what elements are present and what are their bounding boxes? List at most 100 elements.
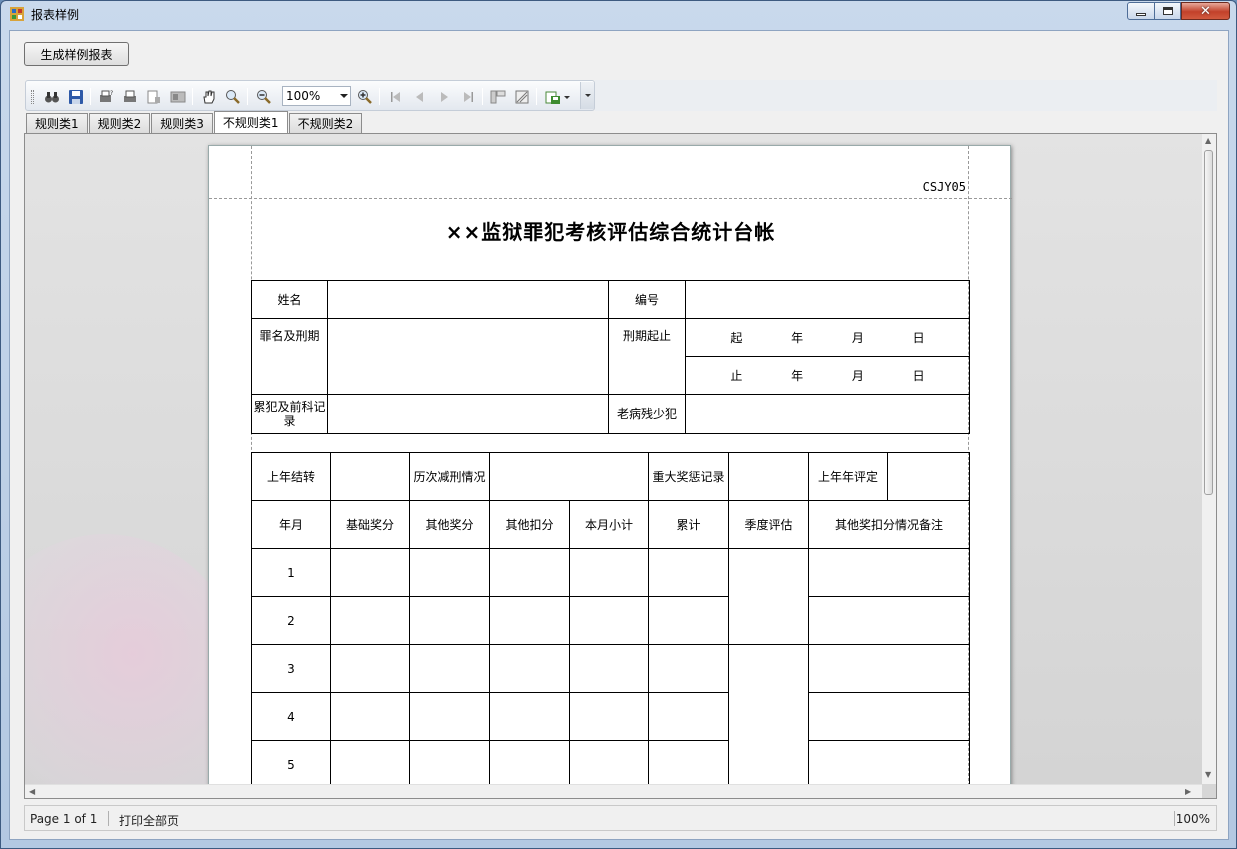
first-page-icon[interactable] <box>387 88 405 106</box>
quarter-eval-cell[interactable] <box>728 548 809 645</box>
award-label: 重大奖惩记录 <box>648 452 729 501</box>
report-tabs: 规则类1 规则类2 规则类3 不规则类1 不规则类2 <box>26 111 363 133</box>
document-map-icon[interactable] <box>489 88 507 106</box>
export-dropdown-icon[interactable] <box>562 88 572 106</box>
print-setup-icon[interactable]: ? <box>97 88 115 106</box>
overflow-chevron-icon <box>584 94 591 97</box>
toolbar-grip[interactable] <box>31 90 34 104</box>
scroll-left-icon[interactable]: ◀ <box>29 787 35 796</box>
find-icon[interactable] <box>43 88 61 106</box>
record-value[interactable] <box>327 394 609 434</box>
status-zoom: 100% <box>1175 812 1210 826</box>
zoom-value: 100% <box>286 89 321 103</box>
minimize-button[interactable] <box>1127 2 1155 20</box>
client-area: 生成样例报表 ? 100% 规则类1 规则类2 规则类3 不规则类1 不规则类2… <box>9 30 1229 840</box>
zoom-combobox[interactable]: 100% <box>282 86 351 106</box>
layout-icon[interactable] <box>169 88 187 106</box>
reduction-label: 历次减刑情况 <box>409 452 490 501</box>
table-row: 5 <box>251 740 970 789</box>
scroll-right-icon[interactable]: ▶ <box>1185 787 1191 796</box>
app-icon <box>10 7 24 21</box>
page-indicator: Page 1 of 1 <box>30 812 98 826</box>
table-row: 1 <box>251 548 970 645</box>
start-month: 月 <box>851 330 864 345</box>
crime-label: 罪名及刑期 <box>251 318 328 395</box>
col-cumulative: 累计 <box>648 500 729 549</box>
svg-text:?: ? <box>110 90 113 97</box>
generate-report-button[interactable]: 生成样例报表 <box>24 42 129 66</box>
report-viewer[interactable]: CSJY05 ××监狱罪犯考核评估综合统计台帐 姓名 编号 罪名及刑期 刑期起止 <box>24 133 1217 799</box>
end-year: 年 <box>791 368 804 383</box>
report-code: CSJY05 <box>922 180 966 194</box>
tab-rule-1[interactable]: 规则类1 <box>26 113 88 133</box>
toolbar-strip <box>595 80 1217 111</box>
pan-hand-icon[interactable] <box>200 88 218 106</box>
end-prefix: 止 <box>730 368 743 383</box>
rating-value[interactable] <box>887 452 970 501</box>
tab-irregular-1[interactable]: 不规则类1 <box>213 111 288 133</box>
score-table: 上年结转 历次减刑情况 重大奖惩记录 上年年评定 年月 基础奖分 其他奖分 其他… <box>251 452 970 789</box>
zoom-out-icon[interactable] <box>255 88 273 106</box>
report-title: ××监狱罪犯考核评估综合统计台帐 <box>445 220 776 244</box>
previous-page-icon[interactable] <box>411 88 429 106</box>
vertical-scrollbar[interactable]: ▲ ▼ <box>1202 134 1216 784</box>
report-toolbar: ? 100% <box>25 80 595 111</box>
tab-rule-3[interactable]: 规则类3 <box>151 113 213 133</box>
end-day: 日 <box>912 368 925 383</box>
col-month: 年月 <box>251 500 331 549</box>
award-value[interactable] <box>728 452 809 501</box>
row-number: 5 <box>251 740 331 789</box>
window-title: 报表样例 <box>31 8 80 22</box>
table-row: 4 <box>251 692 970 741</box>
tab-irregular-2[interactable]: 不规则类2 <box>288 113 363 133</box>
horizontal-scrollbar[interactable]: ◀ ▶ <box>25 784 1202 798</box>
reduction-value[interactable] <box>489 452 649 501</box>
col-notes: 其他奖扣分情况备注 <box>808 500 970 549</box>
zoom-in-icon[interactable] <box>356 88 374 106</box>
quarter-eval-cell[interactable] <box>728 644 809 789</box>
print-icon[interactable] <box>121 88 139 106</box>
last-page-icon[interactable] <box>459 88 477 106</box>
maximize-icon <box>1162 7 1173 15</box>
col-base-award: 基础奖分 <box>330 500 410 549</box>
carry-value[interactable] <box>330 452 410 501</box>
info-table: 姓名 编号 罪名及刑期 刑期起止 起 年 月 日 止 年 月 日 累犯及前科记录… <box>251 280 970 434</box>
name-label: 姓名 <box>251 280 328 319</box>
watermark-icon[interactable] <box>513 88 531 106</box>
print-all-pages-link[interactable]: 打印全部页 <box>119 812 179 829</box>
crime-value[interactable] <box>327 318 609 395</box>
magnifier-icon[interactable] <box>224 88 242 106</box>
close-button[interactable]: ✕ <box>1181 2 1230 20</box>
term-start[interactable]: 起 年 月 日 <box>685 318 970 357</box>
term-end[interactable]: 止 年 月 日 <box>685 356 970 395</box>
table-row: 3 <box>251 644 970 789</box>
carry-label: 上年结转 <box>251 452 331 501</box>
scroll-up-icon[interactable]: ▲ <box>1205 136 1211 145</box>
term-label: 刑期起止 <box>608 318 686 395</box>
report-page: CSJY05 ××监狱罪犯考核评估综合统计台帐 姓名 编号 罪名及刑期 刑期起止 <box>208 145 1012 798</box>
record-label: 累犯及前科记录 <box>251 394 328 434</box>
tab-rule-2[interactable]: 规则类2 <box>88 113 151 133</box>
number-value[interactable] <box>685 280 970 319</box>
col-quarter-eval: 季度评估 <box>728 500 809 549</box>
special-label: 老病残少犯 <box>608 394 686 434</box>
export-icon[interactable] <box>544 88 562 106</box>
col-month-subtotal: 本月小计 <box>569 500 649 549</box>
toolbar-overflow-button[interactable] <box>580 82 594 109</box>
special-value[interactable] <box>685 394 970 434</box>
next-page-icon[interactable] <box>435 88 453 106</box>
page-setup-icon[interactable] <box>145 88 163 106</box>
save-icon[interactable] <box>67 88 85 106</box>
row-number: 4 <box>251 692 331 741</box>
vertical-scroll-thumb[interactable] <box>1204 150 1213 495</box>
minimize-icon <box>1136 12 1146 16</box>
name-value[interactable] <box>327 280 609 319</box>
start-day: 日 <box>912 330 925 345</box>
scroll-down-icon[interactable]: ▼ <box>1205 770 1211 779</box>
report-window: 报表样例 ✕ 生成样例报表 ? 100% 规则类1 规则类2 规则类3 不规则类… <box>0 0 1237 849</box>
maximize-button[interactable] <box>1154 2 1181 20</box>
chevron-down-icon[interactable] <box>340 94 348 98</box>
rating-label: 上年年评定 <box>808 452 888 501</box>
table-row: 2 <box>251 596 970 645</box>
start-prefix: 起 <box>730 330 743 345</box>
